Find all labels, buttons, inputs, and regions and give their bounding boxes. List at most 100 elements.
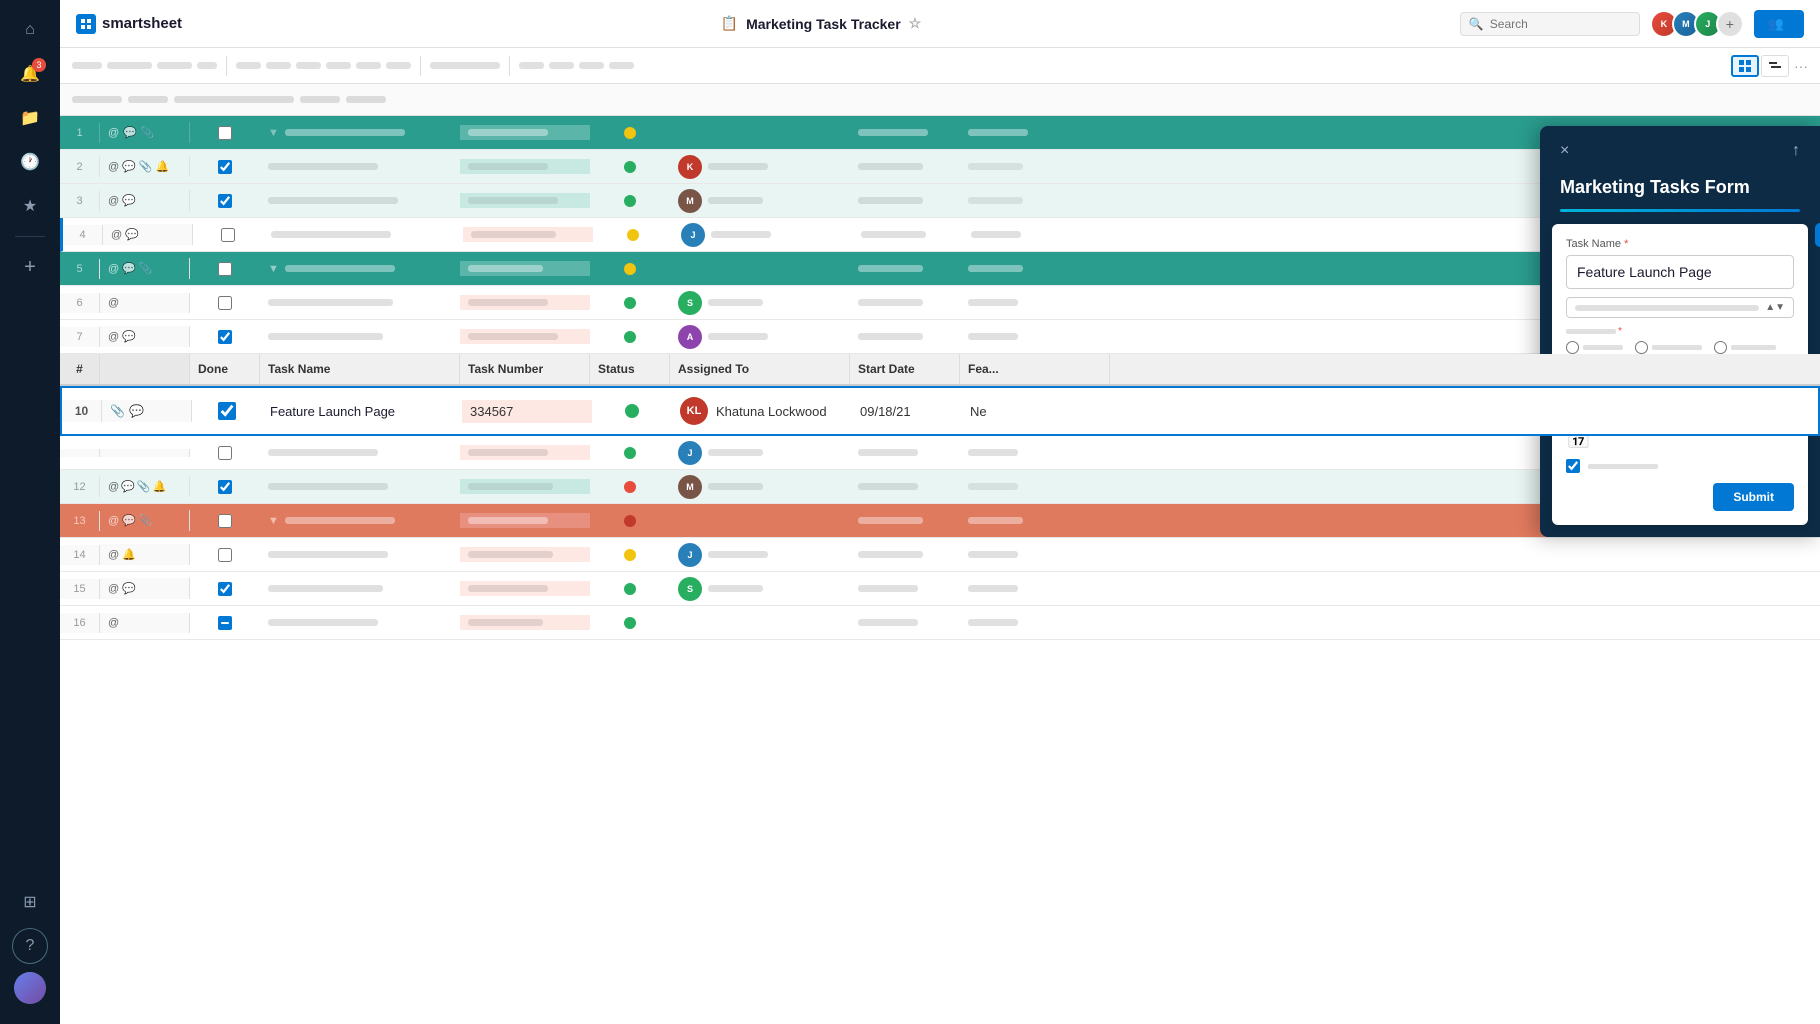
- files-icon[interactable]: 📁: [12, 100, 48, 136]
- link-icon[interactable]: @: [111, 229, 122, 241]
- done-cell[interactable]: [190, 190, 260, 212]
- form-panel-close-button[interactable]: ×: [1560, 142, 1569, 160]
- done-cell[interactable]: [190, 612, 260, 634]
- radio-option-1[interactable]: [1566, 341, 1623, 354]
- submit-button[interactable]: Submit: [1713, 483, 1794, 511]
- done-cell[interactable]: [190, 476, 260, 498]
- user-avatar[interactable]: [14, 972, 46, 1004]
- done-checkbox[interactable]: [218, 330, 232, 344]
- done-cell[interactable]: [190, 156, 260, 178]
- done-checkbox[interactable]: [218, 262, 232, 276]
- done-cell[interactable]: [190, 442, 260, 464]
- sheet-title-text[interactable]: Marketing Task Tracker: [746, 16, 901, 32]
- link-icon[interactable]: @: [108, 583, 119, 595]
- link-icon[interactable]: @: [108, 263, 119, 275]
- link-icon[interactable]: @: [108, 549, 119, 561]
- comment-icon[interactable]: 💬: [122, 514, 136, 527]
- done-checkbox[interactable]: [218, 296, 232, 310]
- link-icon[interactable]: @: [108, 617, 119, 629]
- done-cell[interactable]: [190, 510, 260, 532]
- add-collaborator-button[interactable]: +: [1716, 10, 1744, 38]
- done-checkbox[interactable]: [218, 402, 236, 420]
- recent-icon[interactable]: 🕐: [12, 144, 48, 180]
- attachment-icon[interactable]: 📎: [139, 514, 153, 527]
- assigned-cell: [670, 517, 850, 525]
- apps-icon[interactable]: ⊞: [12, 884, 48, 920]
- task-name-cell[interactable]: Feature Launch Page: [262, 400, 462, 423]
- done-checkbox[interactable]: [218, 194, 232, 208]
- radio-option-2[interactable]: [1635, 341, 1702, 354]
- radio-option-3[interactable]: [1714, 341, 1776, 354]
- done-checkbox[interactable]: [218, 548, 232, 562]
- done-cell[interactable]: [192, 398, 262, 424]
- add-icon[interactable]: +: [12, 249, 48, 285]
- done-cell[interactable]: [190, 122, 260, 144]
- comment-icon[interactable]: 💬: [121, 480, 135, 493]
- done-checkbox-indeterminate[interactable]: [218, 616, 232, 630]
- link-icon[interactable]: @: [108, 195, 119, 207]
- comment-icon[interactable]: 💬: [122, 582, 136, 595]
- alert-icon[interactable]: 🔔: [156, 160, 170, 173]
- task-number-cell: [460, 513, 590, 528]
- notifications-icon[interactable]: 🔔 3: [12, 56, 48, 92]
- column-drag-handle[interactable]: [1815, 223, 1820, 247]
- comment-icon[interactable]: 💬: [122, 262, 136, 275]
- done-cell[interactable]: [190, 544, 260, 566]
- feature-cell: [960, 581, 1110, 596]
- comment-icon[interactable]: 💬: [125, 228, 139, 241]
- link-icon[interactable]: @: [108, 515, 119, 527]
- radio-input-1[interactable]: [1566, 341, 1579, 354]
- form-panel-share-icon[interactable]: ↑: [1792, 142, 1800, 160]
- link-icon[interactable]: @: [108, 127, 119, 139]
- done-checkbox[interactable]: [218, 160, 232, 174]
- link-icon[interactable]: @: [108, 297, 119, 309]
- attachment-icon[interactable]: 📎: [139, 160, 153, 173]
- comment-icon[interactable]: 💬: [122, 160, 136, 173]
- alert-icon[interactable]: 🔔: [122, 548, 136, 561]
- gantt-view-button[interactable]: [1761, 55, 1789, 77]
- share-icon: 👥: [1768, 16, 1784, 32]
- row-actions: @ 💬: [100, 190, 190, 211]
- done-cell[interactable]: [193, 224, 263, 246]
- attachment-icon[interactable]: 📎: [139, 262, 153, 275]
- dropdown-field[interactable]: ▲▼: [1566, 297, 1794, 318]
- search-input[interactable]: [1490, 17, 1630, 31]
- done-cell[interactable]: [190, 326, 260, 348]
- comment-icon[interactable]: 💬: [122, 194, 136, 207]
- done-cell[interactable]: [190, 258, 260, 280]
- grid-view-button[interactable]: [1731, 55, 1759, 77]
- search-box[interactable]: 🔍: [1460, 12, 1640, 36]
- comment-icon[interactable]: 💬: [123, 126, 137, 139]
- done-checkbox[interactable]: [218, 480, 232, 494]
- task-number-cell: [460, 261, 590, 276]
- form-panel-title-area: Marketing Tasks Form: [1540, 176, 1820, 224]
- attachment-icon[interactable]: 📎: [141, 126, 155, 139]
- task-number-cell[interactable]: 334567: [462, 400, 592, 423]
- attachment-icon[interactable]: 📎: [110, 404, 125, 418]
- alert-icon[interactable]: 🔔: [153, 480, 167, 493]
- done-cell[interactable]: [190, 578, 260, 600]
- radio-input-3[interactable]: [1714, 341, 1727, 354]
- done-checkbox[interactable]: [218, 514, 232, 528]
- row-actions: @ 🔔: [100, 544, 190, 565]
- link-icon[interactable]: @: [108, 331, 119, 343]
- link-icon[interactable]: @: [108, 481, 119, 493]
- task-name-value[interactable]: Feature Launch Page: [1566, 255, 1794, 289]
- done-checkbox[interactable]: [218, 446, 232, 460]
- share-button[interactable]: 👥: [1754, 10, 1804, 38]
- done-cell[interactable]: [190, 292, 260, 314]
- done-check-input[interactable]: [1566, 459, 1580, 473]
- attachment-icon[interactable]: 📎: [137, 480, 151, 493]
- done-checkbox[interactable]: [221, 228, 235, 242]
- comment-icon[interactable]: 💬: [122, 330, 136, 343]
- comment-icon[interactable]: 💬: [129, 404, 144, 418]
- star-favorite-icon[interactable]: ☆: [909, 15, 922, 32]
- help-icon[interactable]: ?: [12, 928, 48, 964]
- radio-input-2[interactable]: [1635, 341, 1648, 354]
- favorites-icon[interactable]: ★: [12, 188, 48, 224]
- link-icon[interactable]: @: [108, 161, 119, 173]
- done-checkbox[interactable]: [218, 582, 232, 596]
- home-icon[interactable]: ⌂: [12, 12, 48, 48]
- more-options-button[interactable]: ···: [1794, 58, 1808, 74]
- done-checkbox[interactable]: [218, 126, 232, 140]
